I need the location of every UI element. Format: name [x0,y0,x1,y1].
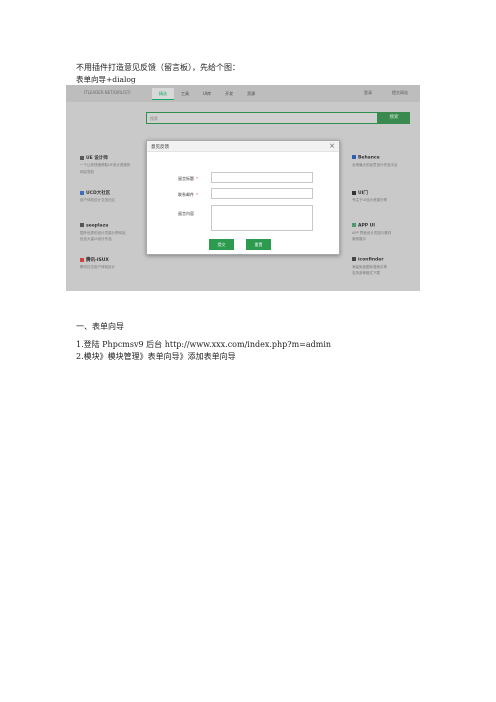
site-topbar: ITLEADER.NET/DIRLIST/ 精选 工具 UI库 开发 资源 登录… [66,85,420,102]
list-item[interactable]: 腾讯-ISUX 腾讯社交用户体验设计 [80,257,140,270]
site-tab-3[interactable]: 开发 [218,88,240,100]
site-search-input[interactable]: 搜索 [146,112,378,124]
feedback-dialog: 意见反馈 × 留言标题 * 联系邮件 * 留言内容 提交 重置 [146,140,340,255]
email-input[interactable] [211,188,313,199]
subtitle-text: 表单向导+dialog [76,74,136,85]
list-item[interactable]: APP UI APP 界面设计灵感与素材 案例展示 [352,223,412,242]
title-field-label: 留言标题 * [178,176,198,181]
required-marker: * [196,192,198,197]
dialog-title: 意见反馈 [151,145,169,150]
close-icon[interactable]: × [329,142,335,150]
site-logo-icon [352,223,356,227]
content-field-label: 留言内容 [178,211,194,216]
list-item[interactable]: UCD大社区 用户体验设计交流社区 [80,190,140,203]
subtitle-label: 表单向导+dialog [76,75,136,84]
submit-button[interactable]: 提交 [209,239,234,250]
site-search-row: 搜索 搜索 [146,112,410,124]
reset-button[interactable]: 重置 [246,239,271,250]
step-2: 2.模块》模块管理》表单向导》添加表单向导 [76,352,236,361]
site-logo-icon [352,257,356,261]
site-tab-0[interactable]: 精选 [152,88,174,100]
site-tab-2[interactable]: UI库 [196,88,218,100]
site-tabs: 精选 工具 UI库 开发 资源 [152,88,262,100]
content-textarea[interactable] [211,205,313,231]
required-marker: * [196,176,198,181]
list-item[interactable]: seeplaza 国外优秀的设计灵感分享网站 包含大量UI设计作品 [80,223,140,242]
site-logo-icon [80,190,84,195]
site-tab-4[interactable]: 资源 [240,88,262,100]
list-item[interactable]: Behance 全球最大的创意设计作品平台 [352,155,412,167]
list-item[interactable]: UI门 专注于UI设计资源分享 [352,190,412,203]
intro-text: 不用插件打造意见反馈（留言板），先给个图： [76,63,240,72]
email-field-label: 联系邮件 * [178,192,198,197]
site-logo-icon [352,155,356,159]
site-search-button[interactable]: 搜索 [378,112,410,124]
site-logo-icon [80,223,84,227]
submit-site-link[interactable]: 提交网站 [392,90,408,96]
step-1: 1.登陆 Phpcmsv9 后台 http://www.xxx.com/inde… [76,340,332,349]
site-logo-icon [80,155,84,160]
list-item[interactable]: iconfinder 海量免费图标搜索引擎 支持多种格式下载 [352,257,412,276]
site-logo-icon [352,190,356,195]
list-item[interactable]: UE 设计师 一个让你快速获取UE设计资源的 网站导航 [80,155,140,174]
site-search-placeholder: 搜索 [150,116,158,121]
site-tab-1[interactable]: 工具 [174,88,196,100]
site-logo-icon [80,257,84,262]
title-input[interactable] [211,172,313,183]
dialog-header: 意见反馈 × [147,141,339,152]
login-link[interactable]: 登录 [364,90,372,96]
section-heading: 一、表单向导 [76,322,124,331]
site-url-text: ITLEADER.NET/DIRLIST/ [84,90,131,95]
